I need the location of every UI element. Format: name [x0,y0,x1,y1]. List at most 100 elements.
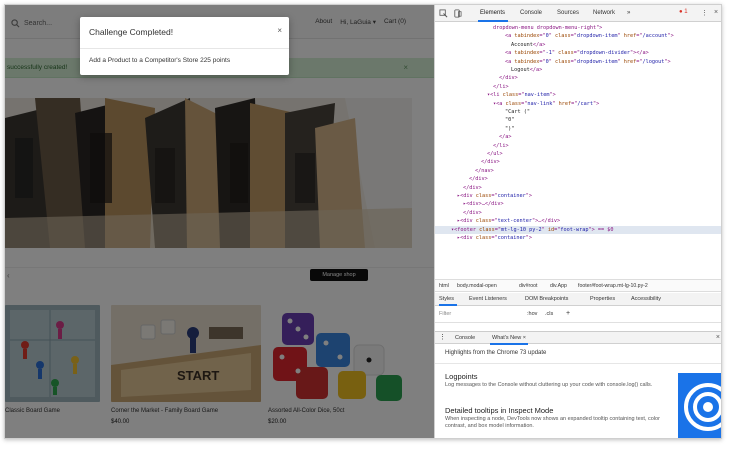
drawer-tabbar: ⋮ Console What's New × × [435,331,721,345]
website-viewport: Search... About Hi, LaGuia ▾ Cart (0) su… [5,5,434,438]
dom-node[interactable]: </div> [463,184,482,192]
feature-description: Log messages to the Console without clut… [445,382,653,388]
code-token: </div> [469,176,488,183]
breadcrumb-item[interactable]: body.modal-open [457,283,497,289]
dom-breadcrumb: html body.modal-open div#root div.App fo… [435,279,721,292]
subtab-styles[interactable]: Styles [439,296,454,302]
whats-new-thumbnail [678,373,721,438]
challenge-modal: Challenge Completed! × Add a Product to … [80,17,289,75]
active-drawer-tab-indicator [490,343,528,345]
feature-title[interactable]: Detailed tooltips in Inspect Mode [445,406,553,415]
dom-node[interactable]: "Cart (" [505,108,530,116]
dom-node[interactable]: <a tabindex="0" class="dropdown-item" hr… [505,58,671,66]
code-token: /cart [577,100,593,107]
code-token: /account [642,33,668,40]
dom-node[interactable]: ▸<div>…</div> [463,200,504,208]
browser-window: Search... About Hi, LaGuia ▾ Cart (0) su… [4,4,722,439]
breadcrumb-item[interactable]: div#root [519,283,537,289]
styles-filter-bar: Filter :hov .cls + [435,307,721,323]
dom-node[interactable]: </nav> [475,167,494,175]
active-subtab-indicator [439,304,457,306]
dom-node[interactable]: ▾<a class="nav-link" href="/cart"> [493,100,599,108]
dom-node[interactable]: </li> [493,142,509,150]
dom-node[interactable]: </div> [469,175,488,183]
code-token: class [558,50,574,57]
breadcrumb-item[interactable]: html [439,283,449,289]
code-token: "> [525,193,532,199]
tab-network[interactable]: Network [593,10,615,16]
code-token: ▸<div [457,193,476,199]
code-token: </div> [463,184,482,191]
code-token: class [555,58,571,65]
dom-node[interactable]: Account</a> [511,41,545,49]
dom-node[interactable]: ")" [505,125,514,133]
subtab-accessibility[interactable]: Accessibility [631,296,661,302]
dom-node[interactable]: <a tabindex="0" class="dropdown-item" hr… [505,32,674,40]
inspect-element-icon[interactable] [439,9,448,18]
code-token: </div> [481,159,500,166]
code-token: tabindex [514,50,540,57]
modal-body-text: Add a Product to a Competitor's Store 22… [89,57,231,64]
dom-node[interactable]: </div> [499,74,518,82]
code-token: </li> [493,142,509,149]
code-token: "> [525,235,532,241]
subtab-dom-breakpoints[interactable]: DOM Breakpoints [525,296,568,302]
dom-node[interactable]: <a tabindex="-1" class="dropdown-divider… [505,49,649,57]
active-tab-indicator [478,20,508,22]
code-token: </a> [499,134,512,141]
code-token: nav-link [527,100,553,107]
hover-state-toggle[interactable]: :hov [527,311,537,317]
subtab-properties[interactable]: Properties [590,296,615,302]
new-rule-button[interactable]: + [566,310,570,317]
error-count-badge[interactable]: ● 1 [679,9,688,15]
close-devtools-icon[interactable]: × [714,9,718,16]
subtab-event-listeners[interactable]: Event Listeners [469,296,507,302]
code-token: class [475,218,492,225]
dom-node[interactable]: Logout</a> [511,66,542,74]
dom-node[interactable]: </ul> [487,150,503,158]
class-toggle[interactable]: .cls [545,311,553,317]
breadcrumb-item[interactable]: div.App [550,283,567,289]
device-toolbar-icon[interactable] [453,9,462,18]
dom-node[interactable]: ▸<div class="container"> [457,192,532,200]
code-token: /logout [642,58,665,65]
breadcrumb-item[interactable]: footer#foot-wrap.mt-lg-10.py-2 [578,283,648,289]
error-count: 1 [684,9,688,15]
drawer-tab-console[interactable]: Console [455,335,475,341]
modal-title: Challenge Completed! [89,27,174,37]
tab-sources[interactable]: Sources [557,10,579,16]
feature-title[interactable]: Logpoints [445,372,478,381]
dom-node[interactable]: "0" [505,116,514,124]
code-token: ▸<div [457,218,476,225]
dom-node[interactable]: ▾<li class="nav-item"> [487,91,556,99]
whats-new-heading: Highlights from the Chrome 73 update [445,350,547,356]
dom-node[interactable]: </div> [463,209,482,217]
dom-node[interactable]: </a> [499,133,512,141]
code-token: Account [511,41,533,48]
dom-node[interactable]: ▸<div class="container"> [457,234,532,242]
code-token: class [502,92,519,99]
code-token: </a> [529,67,543,73]
code-token: "> == $0 [588,226,614,233]
modal-close-button[interactable]: × [277,26,282,35]
more-tabs-button[interactable]: » [627,10,630,16]
more-options-icon[interactable]: ⋮ [701,9,708,17]
drawer-tab-whats-new[interactable]: What's New × [492,335,526,341]
code-token: <a [505,50,515,57]
tab-console[interactable]: Console [520,10,542,16]
dom-node[interactable]: </li> [493,83,509,91]
tab-elements[interactable]: Elements [480,10,505,16]
code-token: "> [593,100,600,107]
modal-divider [80,48,289,49]
code-token: class [555,33,571,40]
styles-filter-input[interactable]: Filter [439,311,451,317]
dom-node-selected[interactable]: ▾<footer class="mt-lg-10 py-2" id="foot-… [451,226,613,234]
dom-tree[interactable]: dropdown-menu dropdown-menu-right"> <a ta… [435,23,721,279]
code-token: href [558,100,572,107]
drawer-menu-icon[interactable]: ⋮ [439,333,446,341]
dom-node[interactable]: </div> [481,158,500,166]
dom-node[interactable]: ▸<div class="text-center">…</div> [457,217,560,225]
close-drawer-icon[interactable]: × [716,334,720,341]
dom-node[interactable]: dropdown-menu dropdown-menu-right"> [493,24,602,32]
code-token: ">…</div> [531,218,561,225]
